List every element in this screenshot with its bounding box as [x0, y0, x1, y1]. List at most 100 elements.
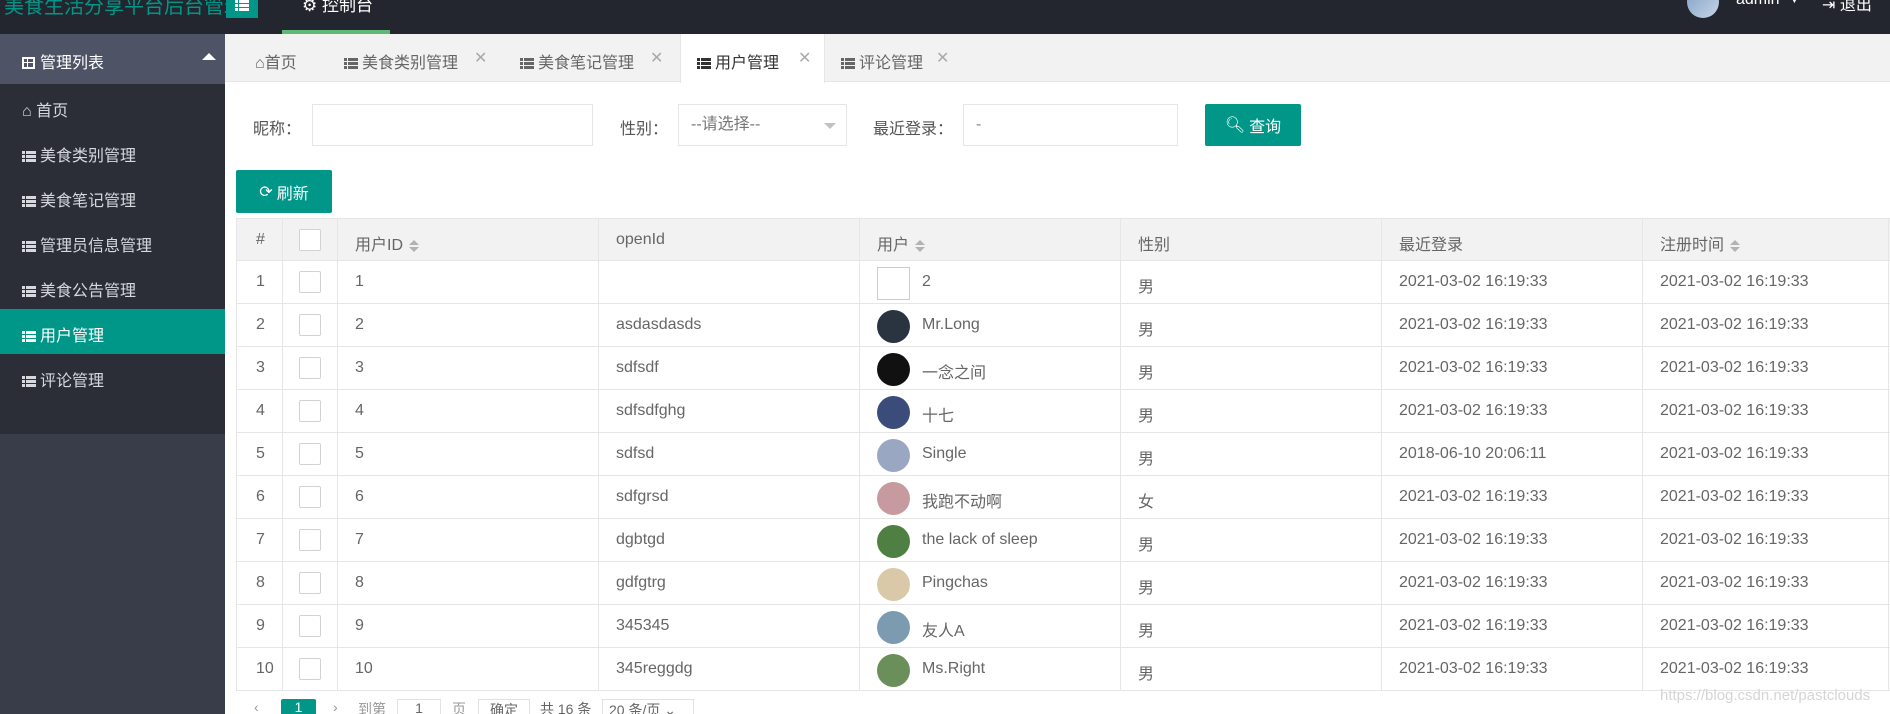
gender-cell: 男 — [1138, 537, 1155, 554]
avatar — [877, 568, 910, 601]
goto-page-input[interactable]: 1 — [397, 699, 441, 714]
tab-food-notes[interactable]: 美食笔记管理 ✕ — [500, 34, 676, 82]
row-index: 5 — [256, 445, 265, 462]
sidebar-item-admin-info[interactable]: 管理员信息管理 — [0, 219, 225, 264]
user-name[interactable]: admin — [1736, 0, 1780, 9]
tab-comments[interactable]: 评论管理 ✕ — [825, 34, 965, 82]
chevron-down-icon — [824, 123, 836, 129]
close-icon[interactable]: ✕ — [936, 48, 949, 68]
row-checkbox[interactable] — [299, 486, 321, 508]
select-all-checkbox[interactable] — [299, 229, 321, 251]
user-name-cell: 友人A — [922, 623, 965, 640]
last-login-cell: 2021-03-02 16:19:33 — [1399, 273, 1548, 290]
last-login-cell: 2021-03-02 16:19:33 — [1399, 574, 1548, 591]
total-count: 共 16 条 — [540, 701, 592, 714]
sidebar-toggle-button[interactable] — [226, 0, 258, 18]
sort-icon[interactable] — [409, 239, 420, 252]
sidebar-item-food-notes[interactable]: 美食笔记管理 — [0, 174, 225, 219]
list-icon — [22, 241, 36, 252]
avatar — [877, 525, 910, 558]
last-login-cell: 2021-03-02 16:19:33 — [1399, 359, 1548, 376]
sidebar-item-food-category[interactable]: 美食类别管理 — [0, 129, 225, 174]
last-login-cell: 2021-03-02 16:19:33 — [1399, 488, 1548, 505]
nickname-input[interactable] — [312, 104, 593, 146]
sidebar-header[interactable]: 管理列表 — [0, 34, 225, 84]
row-checkbox[interactable] — [299, 271, 321, 293]
list-icon — [22, 376, 36, 387]
row-checkbox[interactable] — [299, 572, 321, 594]
user-id-cell: 10 — [355, 660, 373, 677]
page-unit-label: 页 — [452, 701, 466, 714]
register-time-cell: 2021-03-02 16:19:33 — [1660, 660, 1809, 677]
list-icon — [344, 58, 358, 69]
row-checkbox[interactable] — [299, 400, 321, 422]
last-login-date-range[interactable]: - — [963, 104, 1178, 146]
row-checkbox[interactable] — [299, 357, 321, 379]
col-register-time[interactable]: 注册时间 — [1660, 231, 1741, 255]
top-nav-console[interactable]: ⚙ 控制台 — [282, 0, 390, 34]
register-time-cell: 2021-03-02 16:19:33 — [1660, 617, 1809, 634]
openid-cell: sdfgrsd — [616, 488, 669, 505]
sidebar-item-home[interactable]: ⌂ 首页 — [0, 84, 225, 129]
pagination-next[interactable]: › — [333, 699, 338, 714]
close-icon[interactable]: ✕ — [798, 48, 811, 68]
gender-cell: 女 — [1138, 494, 1155, 511]
user-avatar[interactable] — [1687, 0, 1719, 18]
chevron-down-icon[interactable]: ▼ — [1789, 0, 1800, 6]
row-checkbox[interactable] — [299, 658, 321, 680]
tab-users[interactable]: 用户管理 ✕ — [680, 34, 825, 83]
goto-confirm-button[interactable]: 确定 — [478, 699, 530, 714]
register-time-cell: 2021-03-02 16:19:33 — [1660, 488, 1809, 505]
row-checkbox[interactable] — [299, 443, 321, 465]
row-index: 2 — [256, 316, 265, 333]
logout-link[interactable]: ⇥ 退出 — [1822, 0, 1872, 15]
avatar — [877, 482, 910, 515]
per-page-select[interactable]: 20 条/页 ⌄ — [602, 699, 694, 714]
row-checkbox[interactable] — [299, 314, 321, 336]
home-icon: ⌂ — [22, 103, 32, 120]
sidebar-item-comments[interactable]: 评论管理 — [0, 354, 225, 399]
col-user[interactable]: 用户 — [877, 231, 926, 255]
avatar — [877, 353, 910, 386]
row-index: 6 — [256, 488, 265, 505]
gender-select[interactable]: --请选择-- — [678, 104, 847, 146]
close-icon[interactable]: ✕ — [474, 48, 487, 68]
gender-cell: 男 — [1138, 408, 1155, 425]
sidebar-item-announcements[interactable]: 美食公告管理 — [0, 264, 225, 309]
close-icon[interactable]: ✕ — [650, 48, 663, 68]
list-icon — [22, 286, 36, 297]
row-checkbox[interactable] — [299, 615, 321, 637]
search-button[interactable]: 🔍︎ 查询 — [1205, 104, 1301, 146]
openid-cell: sdfsdfghg — [616, 402, 686, 419]
sort-icon[interactable] — [1730, 239, 1741, 252]
logout-icon: ⇥ — [1822, 0, 1836, 14]
user-id-cell: 9 — [355, 617, 364, 634]
user-name-cell: the lack of sleep — [922, 531, 1038, 548]
pagination-current-page[interactable]: 1 — [281, 699, 316, 714]
col-user-id[interactable]: 用户ID — [355, 231, 420, 255]
gender-label: 性别： — [620, 121, 669, 138]
last-login-label: 最近登录： — [873, 121, 954, 138]
tab-home[interactable]: ⌂首页 — [225, 34, 324, 82]
row-index: 7 — [256, 531, 265, 548]
sort-icon[interactable] — [915, 239, 926, 252]
avatar — [877, 396, 910, 429]
top-header: 美食生活分享平台后台管理 ⚙ 控制台 admin ▼ ⇥ 退出 — [0, 0, 1890, 34]
sidebar-item-users[interactable]: 用户管理 — [0, 309, 225, 354]
row-checkbox[interactable] — [299, 529, 321, 551]
row-index: 1 — [256, 273, 265, 290]
avatar — [877, 267, 910, 300]
user-name-cell: 2 — [922, 273, 931, 290]
register-time-cell: 2021-03-02 16:19:33 — [1660, 402, 1809, 419]
grid-icon — [22, 57, 35, 69]
tab-food-category[interactable]: 美食类别管理 ✕ — [324, 34, 500, 82]
openid-cell: sdfsdf — [616, 359, 659, 376]
last-login-cell: 2018-06-10 20:06:11 — [1399, 445, 1547, 462]
pagination-prev[interactable]: ‹ — [254, 699, 259, 714]
goto-label: 到第 — [358, 701, 386, 714]
refresh-button[interactable]: ⟳ 刷新 — [236, 170, 332, 213]
avatar — [877, 611, 910, 644]
user-id-cell: 1 — [355, 273, 364, 290]
register-time-cell: 2021-03-02 16:19:33 — [1660, 316, 1809, 333]
caret-up-icon — [202, 53, 216, 60]
